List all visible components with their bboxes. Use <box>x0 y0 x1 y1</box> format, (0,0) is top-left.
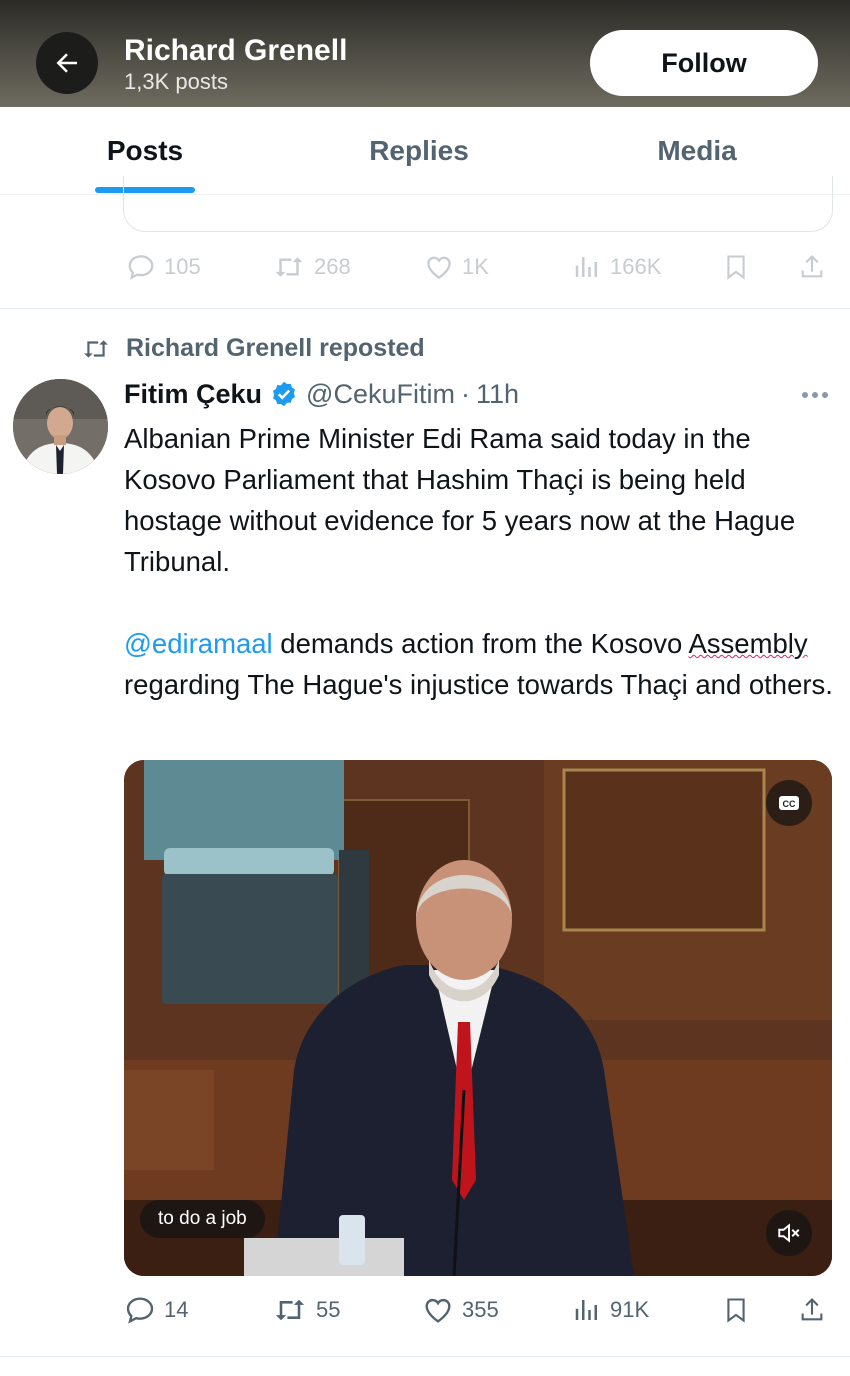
cc-icon: CC <box>779 796 799 810</box>
arrow-left-icon <box>56 53 77 73</box>
post-paragraph-2: @ediramaal demands action from the Kosov… <box>124 623 836 705</box>
post-divider <box>0 1356 850 1357</box>
repost-count: 268 <box>314 254 351 279</box>
post-header: Fitim Çeku @CekuFitim · 11h <box>124 374 519 414</box>
verified-badge-icon <box>273 381 295 407</box>
repost-action[interactable]: 55 <box>272 1294 340 1326</box>
repost-icon <box>275 1299 305 1321</box>
share-action[interactable] <box>798 252 826 282</box>
bookmark-action[interactable] <box>722 1294 750 1326</box>
like-count: 1K <box>462 254 489 279</box>
previous-post-action-bar: 105 268 1K 166K <box>0 244 850 288</box>
cc-text: CC <box>783 799 796 809</box>
views-icon <box>575 1300 597 1320</box>
video-frame <box>124 760 832 1276</box>
bookmark-icon <box>727 255 745 280</box>
views-icon <box>575 257 597 277</box>
mute-button[interactable] <box>766 1210 812 1256</box>
more-options-icon[interactable] <box>800 390 830 400</box>
profile-name: Richard Grenell <box>124 34 348 67</box>
muted-speaker-icon <box>778 1223 800 1243</box>
post-divider <box>0 308 850 309</box>
reply-icon <box>128 255 154 280</box>
avatar[interactable] <box>13 379 108 474</box>
back-button[interactable] <box>36 32 98 94</box>
post-paragraph-1: Albanian Prime Minister Edi Rama said to… <box>124 423 796 577</box>
profile-header: Richard Grenell 1,3K posts Follow <box>0 0 850 107</box>
video-caption: to do a job <box>140 1200 265 1238</box>
paragraph-2-text-b: regarding The Hague's injustice towards … <box>124 669 833 700</box>
views-action[interactable]: 166K <box>572 252 661 282</box>
mention-link[interactable]: @ediramaal <box>124 628 273 659</box>
author-handle[interactable]: @CekuFitim <box>306 379 455 410</box>
reply-icon <box>126 1297 154 1324</box>
repost-label: Richard Grenell reposted <box>126 334 425 362</box>
bookmark-action[interactable] <box>722 252 750 282</box>
bookmark-icon <box>727 1298 745 1323</box>
repost-action[interactable]: 268 <box>272 252 351 282</box>
repost-count: 55 <box>316 1297 341 1322</box>
like-action[interactable]: 1K <box>424 252 489 282</box>
post-text: Albanian Prime Minister Edi Rama said to… <box>124 418 836 705</box>
follow-button[interactable]: Follow <box>590 30 818 96</box>
reply-count: 14 <box>164 1297 189 1322</box>
video-player[interactable]: CC to do a job <box>124 760 832 1276</box>
share-action[interactable] <box>798 1294 826 1326</box>
post-time[interactable]: 11h <box>476 379 519 410</box>
views-count: 91K <box>610 1297 650 1322</box>
repost-attribution[interactable]: Richard Grenell reposted <box>80 334 425 363</box>
captions-button[interactable]: CC <box>766 780 812 826</box>
heart-icon <box>427 256 451 279</box>
share-icon <box>801 1298 823 1321</box>
reply-action[interactable]: 14 <box>124 1294 188 1326</box>
reply-action[interactable]: 105 <box>126 252 201 282</box>
paragraph-2-text-a: demands action from the Kosovo <box>272 628 689 659</box>
reply-count: 105 <box>164 254 201 279</box>
author-name[interactable]: Fitim Çeku <box>124 379 262 410</box>
views-action[interactable]: 91K <box>572 1294 649 1326</box>
heart-icon <box>425 1298 451 1323</box>
post-action-bar: 14 55 355 91K <box>0 1290 850 1334</box>
previous-post-card[interactable] <box>123 176 833 232</box>
share-icon <box>801 255 823 278</box>
separator-dot: · <box>460 378 470 409</box>
views-count: 166K <box>610 254 662 279</box>
like-count: 355 <box>462 1297 499 1322</box>
repost-icon <box>84 339 108 358</box>
post-count: 1,3K posts <box>124 69 228 94</box>
like-action[interactable]: 355 <box>422 1294 499 1326</box>
paragraph-2-spellchecked-word: Assembly <box>688 628 808 659</box>
repost-icon <box>275 257 303 277</box>
avatar-image <box>13 379 108 474</box>
